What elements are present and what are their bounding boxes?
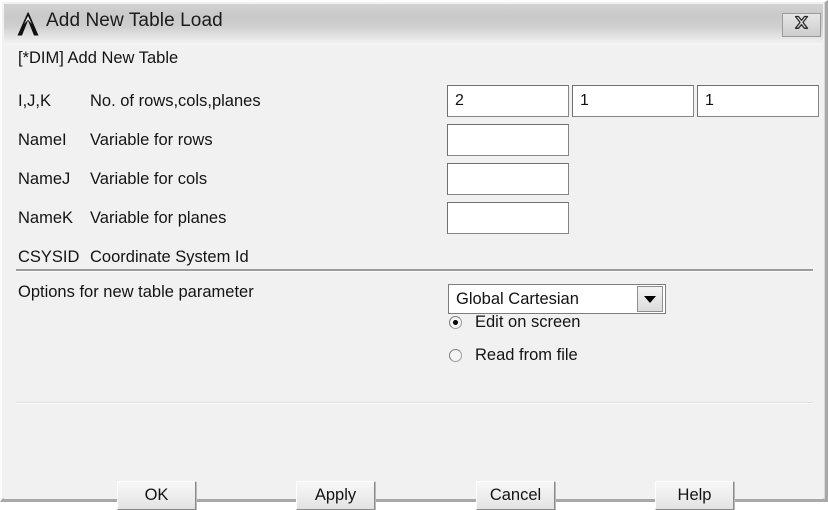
radio-edit-on-screen[interactable]: Edit on screen: [449, 313, 580, 332]
name-i-input[interactable]: [447, 124, 569, 156]
label-ijk: I,J,K No. of rows,cols,planes: [18, 92, 261, 111]
label-namek-desc: Variable for planes: [90, 209, 227, 227]
label-namek: NameK Variable for planes: [18, 209, 226, 228]
label-namej-desc: Variable for cols: [90, 170, 208, 188]
label-namej: NameJ Variable for cols: [18, 170, 207, 189]
planes-count-input[interactable]: [697, 85, 819, 117]
chevron-down-icon[interactable]: [637, 286, 663, 312]
label-namej-key: NameJ: [18, 170, 71, 188]
name-k-input[interactable]: [447, 202, 569, 234]
cols-count-input[interactable]: [572, 85, 694, 117]
ansys-logo-icon: [16, 11, 40, 37]
title-bar: Add New Table Load: [4, 4, 823, 45]
apply-button[interactable]: Apply: [296, 481, 375, 510]
radio-edit-on-screen-label: Edit on screen: [475, 313, 581, 331]
name-j-input[interactable]: [447, 163, 569, 195]
rows-count-input[interactable]: [447, 85, 569, 117]
dialog-body: [*DIM] Add New Table I,J,K No. of rows,co…: [4, 45, 823, 510]
label-namei: NameI Variable for rows: [18, 131, 213, 150]
section-separator-top: [16, 269, 813, 272]
label-ijk-key: I,J,K: [18, 92, 52, 110]
label-namek-key: NameK: [18, 209, 74, 227]
label-csysid-desc: Coordinate System Id: [90, 248, 249, 266]
help-button[interactable]: Help: [655, 481, 734, 510]
label-csysid-key: CSYSID: [18, 248, 80, 266]
window-title: Add New Table Load: [46, 10, 223, 31]
dialog-window: Add New Table Load [*DIM] Add New Table …: [0, 0, 828, 510]
close-icon: [793, 15, 810, 35]
radio-read-from-file[interactable]: Read from file: [449, 346, 578, 365]
options-heading: Options for new table parameter: [18, 283, 254, 301]
label-namei-desc: Variable for rows: [90, 131, 213, 149]
ok-button[interactable]: OK: [117, 481, 196, 510]
coordinate-system-value: Global Cartesian: [456, 289, 579, 308]
radio-edit-on-screen-indicator[interactable]: [449, 316, 462, 329]
radio-read-from-file-label: Read from file: [475, 346, 578, 364]
label-namei-key: NameI: [18, 131, 67, 149]
coordinate-system-select[interactable]: Global Cartesian: [448, 284, 666, 314]
close-button[interactable]: [782, 13, 821, 37]
form-heading: [*DIM] Add New Table: [18, 49, 179, 67]
cancel-button[interactable]: Cancel: [476, 481, 555, 510]
radio-read-from-file-indicator[interactable]: [449, 349, 462, 362]
section-separator-bottom: [16, 402, 813, 404]
label-csysid: CSYSID Coordinate System Id: [18, 248, 249, 267]
label-ijk-desc: No. of rows,cols,planes: [90, 92, 261, 110]
